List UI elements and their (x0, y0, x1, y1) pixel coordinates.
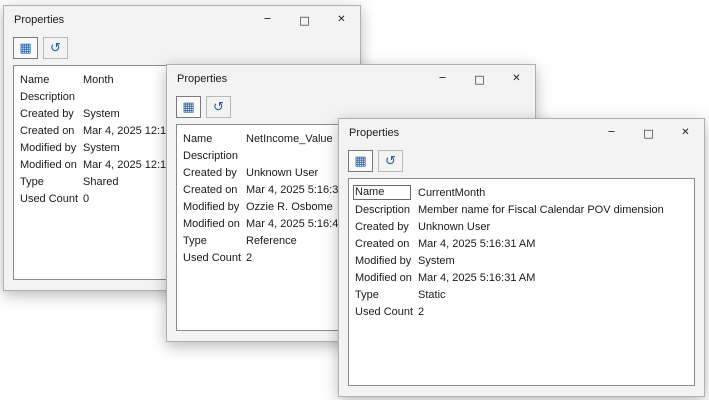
minimize-icon[interactable]: ─ (249, 6, 286, 34)
properties-window-currentmonth: Properties ─ □ ✕ ▦ ↺ NameCurrentMonth De… (338, 118, 705, 397)
property-label: Used Count (352, 306, 418, 318)
close-icon[interactable]: ✕ (323, 6, 360, 34)
toolbar: ▦ ↺ (167, 93, 535, 121)
properties-grid-icon[interactable]: ▦ (13, 37, 38, 59)
property-row[interactable]: DescriptionMember name for Fiscal Calend… (352, 201, 691, 218)
minimize-icon[interactable]: ─ (424, 65, 461, 93)
property-label: Modified by (352, 255, 418, 267)
toolbar: ▦ ↺ (339, 147, 704, 175)
property-value[interactable]: 2 (418, 306, 691, 318)
property-label: Created on (352, 238, 418, 250)
property-label: Used Count (17, 193, 83, 205)
property-label: Created on (17, 125, 83, 137)
property-value[interactable]: Mar 4, 2025 5:16:31 AM (418, 272, 691, 284)
property-label: Modified by (180, 201, 246, 213)
property-label: Modified on (17, 159, 83, 171)
property-label: Type (352, 289, 418, 301)
property-row[interactable]: NameCurrentMonth (352, 184, 691, 201)
property-label: Modified on (180, 218, 246, 230)
property-row[interactable]: Created onMar 4, 2025 5:16:31 AM (352, 235, 691, 252)
properties-panel: NameCurrentMonth DescriptionMember name … (348, 178, 695, 386)
property-label: Description (180, 150, 246, 162)
history-icon[interactable]: ↺ (43, 37, 68, 59)
property-label: Type (17, 176, 83, 188)
property-label: Created by (352, 221, 418, 233)
titlebar[interactable]: Properties ─ □ ✕ (339, 119, 704, 147)
history-icon[interactable]: ↺ (206, 96, 231, 118)
desktop: Properties ─ □ ✕ ▦ ↺ NameMonth Descripti… (0, 0, 709, 400)
properties-grid-icon[interactable]: ▦ (348, 150, 373, 172)
toolbar: ▦ ↺ (4, 34, 360, 62)
property-value[interactable]: Member name for Fiscal Calendar POV dime… (418, 204, 691, 216)
property-value[interactable]: Static (418, 289, 691, 301)
property-label: Name (17, 74, 83, 86)
property-label: Type (180, 235, 246, 247)
property-label: Created by (17, 108, 83, 120)
maximize-icon[interactable]: □ (286, 6, 323, 34)
property-row[interactable]: Modified onMar 4, 2025 5:16:31 AM (352, 269, 691, 286)
close-icon[interactable]: ✕ (667, 119, 704, 147)
window-title: Properties (177, 73, 227, 85)
window-controls: ─ □ ✕ (424, 65, 535, 93)
property-label: Used Count (180, 252, 246, 264)
property-label: Name (180, 133, 246, 145)
property-row[interactable]: TypeStatic (352, 286, 691, 303)
maximize-icon[interactable]: □ (630, 119, 667, 147)
property-row[interactable]: Modified bySystem (352, 252, 691, 269)
property-row[interactable]: Created byUnknown User (352, 218, 691, 235)
property-label: Modified by (17, 142, 83, 154)
property-label: Description (352, 204, 418, 216)
property-value[interactable]: Mar 4, 2025 5:16:31 AM (418, 238, 691, 250)
window-title: Properties (14, 14, 64, 26)
history-icon[interactable]: ↺ (378, 150, 403, 172)
window-title: Properties (349, 127, 399, 139)
window-controls: ─ □ ✕ (249, 6, 360, 34)
property-label: Created by (180, 167, 246, 179)
property-value[interactable]: CurrentMonth (418, 187, 691, 199)
window-controls: ─ □ ✕ (593, 119, 704, 147)
titlebar[interactable]: Properties ─ □ ✕ (4, 6, 360, 34)
property-value[interactable]: Unknown User (418, 221, 691, 233)
property-label: Name (352, 185, 418, 200)
titlebar[interactable]: Properties ─ □ ✕ (167, 65, 535, 93)
property-label: Modified on (352, 272, 418, 284)
property-label: Created on (180, 184, 246, 196)
property-row[interactable]: Used Count2 (352, 303, 691, 320)
property-label: Description (17, 91, 83, 103)
close-icon[interactable]: ✕ (498, 65, 535, 93)
properties-grid-icon[interactable]: ▦ (176, 96, 201, 118)
maximize-icon[interactable]: □ (461, 65, 498, 93)
property-value[interactable]: System (418, 255, 691, 267)
minimize-icon[interactable]: ─ (593, 119, 630, 147)
